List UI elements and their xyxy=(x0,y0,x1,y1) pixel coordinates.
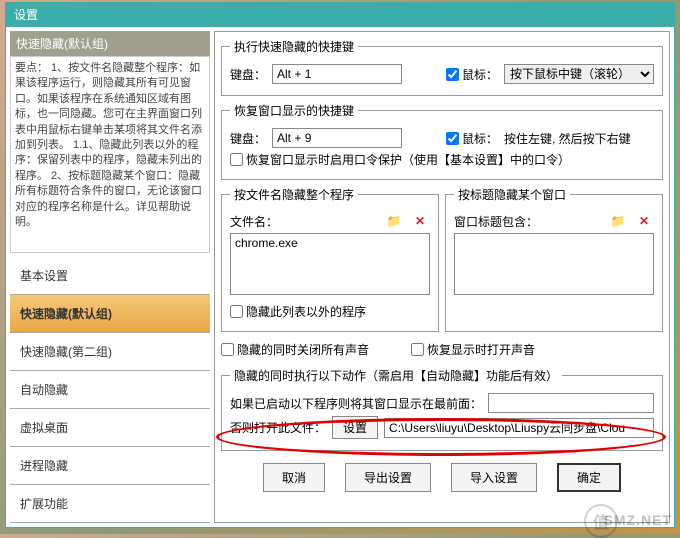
unmute-checkbox[interactable] xyxy=(411,343,424,356)
restore-mouse-checkbox[interactable] xyxy=(446,132,459,145)
exec-mouse-label: 鼠标： xyxy=(462,66,498,83)
restore-kb-input[interactable] xyxy=(272,128,402,148)
import-button[interactable]: 导入设置 xyxy=(451,463,537,492)
exec-hotkey-legend: 执行快速隐藏的快捷键 xyxy=(230,38,358,55)
hide-actions-legend: 隐藏的同时执行以下动作（需启用【自动隐藏】功能后有效） xyxy=(230,367,562,384)
filename-label: 文件名： xyxy=(230,213,278,230)
password-protect-label: 恢复窗口显示时启用口令保护（使用【基本设置】中的口令） xyxy=(246,151,570,168)
folder-icon[interactable]: 📁 xyxy=(384,212,404,230)
open-file-label: 否则打开此文件： xyxy=(230,419,326,436)
export-button[interactable]: 导出设置 xyxy=(345,463,431,492)
list-item[interactable]: chrome.exe xyxy=(235,236,425,250)
exec-mouse-checkbox[interactable] xyxy=(446,68,459,81)
tab-quick-hide-2[interactable]: 快速隐藏(第二组) xyxy=(10,333,210,371)
inverse-list-label: 隐藏此列表以外的程序 xyxy=(246,303,366,320)
restore-hotkey-legend: 恢复窗口显示的快捷键 xyxy=(230,102,358,119)
folder-icon[interactable]: 📁 xyxy=(608,212,628,230)
delete-icon[interactable]: ✕ xyxy=(634,212,654,230)
inverse-list-checkbox[interactable] xyxy=(230,305,243,318)
unmute-label: 恢复显示时打开声音 xyxy=(427,341,535,358)
ok-button[interactable]: 确定 xyxy=(557,463,621,492)
by-title-group: 按标题隐藏某个窗口 窗口标题包含： 📁 ✕ xyxy=(445,186,663,332)
window-title: 设置 xyxy=(6,3,674,27)
set-file-button[interactable]: 设置 xyxy=(332,416,378,439)
by-file-legend: 按文件名隐藏整个程序 xyxy=(230,186,358,203)
restore-kb-label: 键盘： xyxy=(230,130,266,147)
password-protect-checkbox[interactable] xyxy=(230,153,243,166)
cancel-button[interactable]: 取消 xyxy=(263,463,325,492)
tab-extensions[interactable]: 扩展功能 xyxy=(10,485,210,523)
tab-auto-hide[interactable]: 自动隐藏 xyxy=(10,371,210,409)
delete-icon[interactable]: ✕ xyxy=(410,212,430,230)
tab-virtual-desktop[interactable]: 虚拟桌面 xyxy=(10,409,210,447)
description-text: 要点： 1、按文件名隐藏整个程序：如果该程序运行，则隐藏其所有可见窗口。如果该程… xyxy=(10,56,210,253)
tab-basic[interactable]: 基本设置 xyxy=(10,257,210,295)
open-file-input[interactable] xyxy=(384,418,654,438)
tab-process-hide[interactable]: 进程隐藏 xyxy=(10,447,210,485)
exec-kb-input[interactable] xyxy=(272,64,402,84)
watermark-text: SMZ.NET xyxy=(604,512,672,528)
by-file-group: 按文件名隐藏整个程序 文件名： 📁 ✕ chrome.exe 隐藏此列表以外的程… xyxy=(221,186,439,332)
mute-checkbox[interactable] xyxy=(221,343,234,356)
title-list[interactable] xyxy=(454,233,654,295)
mute-label: 隐藏的同时关闭所有声音 xyxy=(237,341,369,358)
sidebar-tabs: 基本设置 快速隐藏(默认组) 快速隐藏(第二组) 自动隐藏 虚拟桌面 进程隐藏 … xyxy=(10,257,210,523)
by-title-legend: 按标题隐藏某个窗口 xyxy=(454,186,570,203)
filename-list[interactable]: chrome.exe xyxy=(230,233,430,295)
exec-hotkey-group: 执行快速隐藏的快捷键 键盘： 鼠标： 按下鼠标中键（滚轮） xyxy=(221,38,663,96)
restore-hotkey-group: 恢复窗口显示的快捷键 键盘： 鼠标： 按住左键, 然后按下右键 恢复窗口显示时启… xyxy=(221,102,663,180)
kb-label: 键盘： xyxy=(230,66,266,83)
sidebar-header: 快速隐藏(默认组) xyxy=(10,31,210,56)
title-contains-label: 窗口标题包含： xyxy=(454,213,538,230)
bring-front-label: 如果已启动以下程序则将其窗口显示在最前面： xyxy=(230,395,482,412)
restore-mouse-text: 按住左键, 然后按下右键 xyxy=(504,130,654,147)
exec-mouse-select[interactable]: 按下鼠标中键（滚轮） xyxy=(504,64,654,84)
bring-front-input[interactable] xyxy=(488,393,654,413)
tab-quick-hide-default[interactable]: 快速隐藏(默认组) xyxy=(10,295,210,333)
hide-actions-group: 隐藏的同时执行以下动作（需启用【自动隐藏】功能后有效） 如果已启动以下程序则将其… xyxy=(221,367,663,451)
restore-mouse-label: 鼠标： xyxy=(462,130,498,147)
